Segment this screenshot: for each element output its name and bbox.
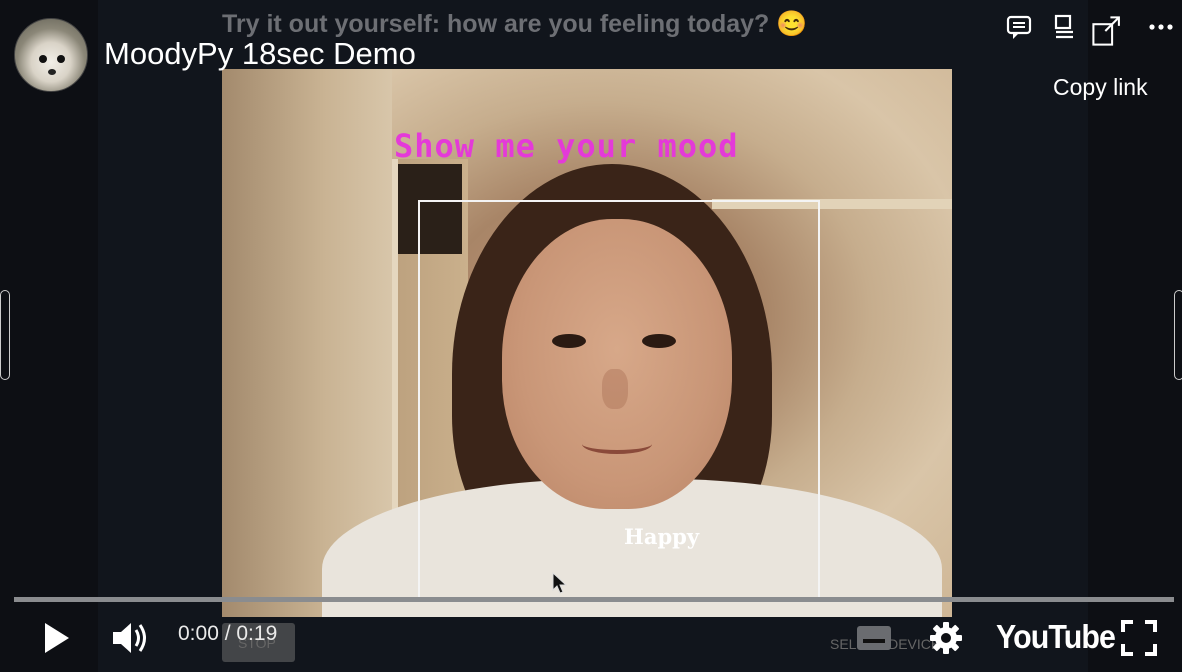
- mouse-cursor-icon: [552, 571, 568, 599]
- more-icon[interactable]: [1144, 10, 1178, 44]
- video-frame[interactable]: Show me your mood Happy: [222, 69, 952, 617]
- progress-bar[interactable]: [14, 597, 1174, 602]
- left-side-handle[interactable]: [0, 290, 10, 380]
- playlist-icon[interactable]: [1048, 10, 1082, 44]
- share-icon[interactable]: [1090, 14, 1124, 48]
- avatar-eye-left: [39, 55, 47, 63]
- channel-avatar[interactable]: [14, 18, 88, 92]
- copy-link-label[interactable]: Copy link: [1053, 74, 1148, 101]
- right-side-handle[interactable]: [1174, 290, 1182, 380]
- mood-prompt-overlay: Show me your mood: [394, 127, 739, 165]
- play-button[interactable]: [36, 618, 76, 658]
- volume-icon[interactable]: [108, 616, 152, 660]
- face-detection-box: [418, 200, 820, 601]
- settings-gear-icon[interactable]: [926, 618, 966, 658]
- comment-icon[interactable]: [1002, 10, 1036, 44]
- video-banner-text: Try it out yourself: how are you feeling…: [222, 10, 808, 38]
- avatar-eye-right: [57, 55, 65, 63]
- youtube-logo[interactable]: YouTube: [996, 618, 1116, 656]
- fullscreen-icon[interactable]: [1118, 618, 1160, 658]
- emotion-label: Happy: [624, 524, 700, 549]
- video-player[interactable]: Try it out yourself: how are you feeling…: [0, 0, 1182, 672]
- avatar-nose: [48, 69, 56, 75]
- subtitles-icon[interactable]: [854, 622, 894, 654]
- time-display: 0:00 / 0:19: [178, 622, 278, 645]
- top-actions: [1000, 0, 1182, 56]
- video-title[interactable]: MoodyPy 18sec Demo: [104, 36, 416, 72]
